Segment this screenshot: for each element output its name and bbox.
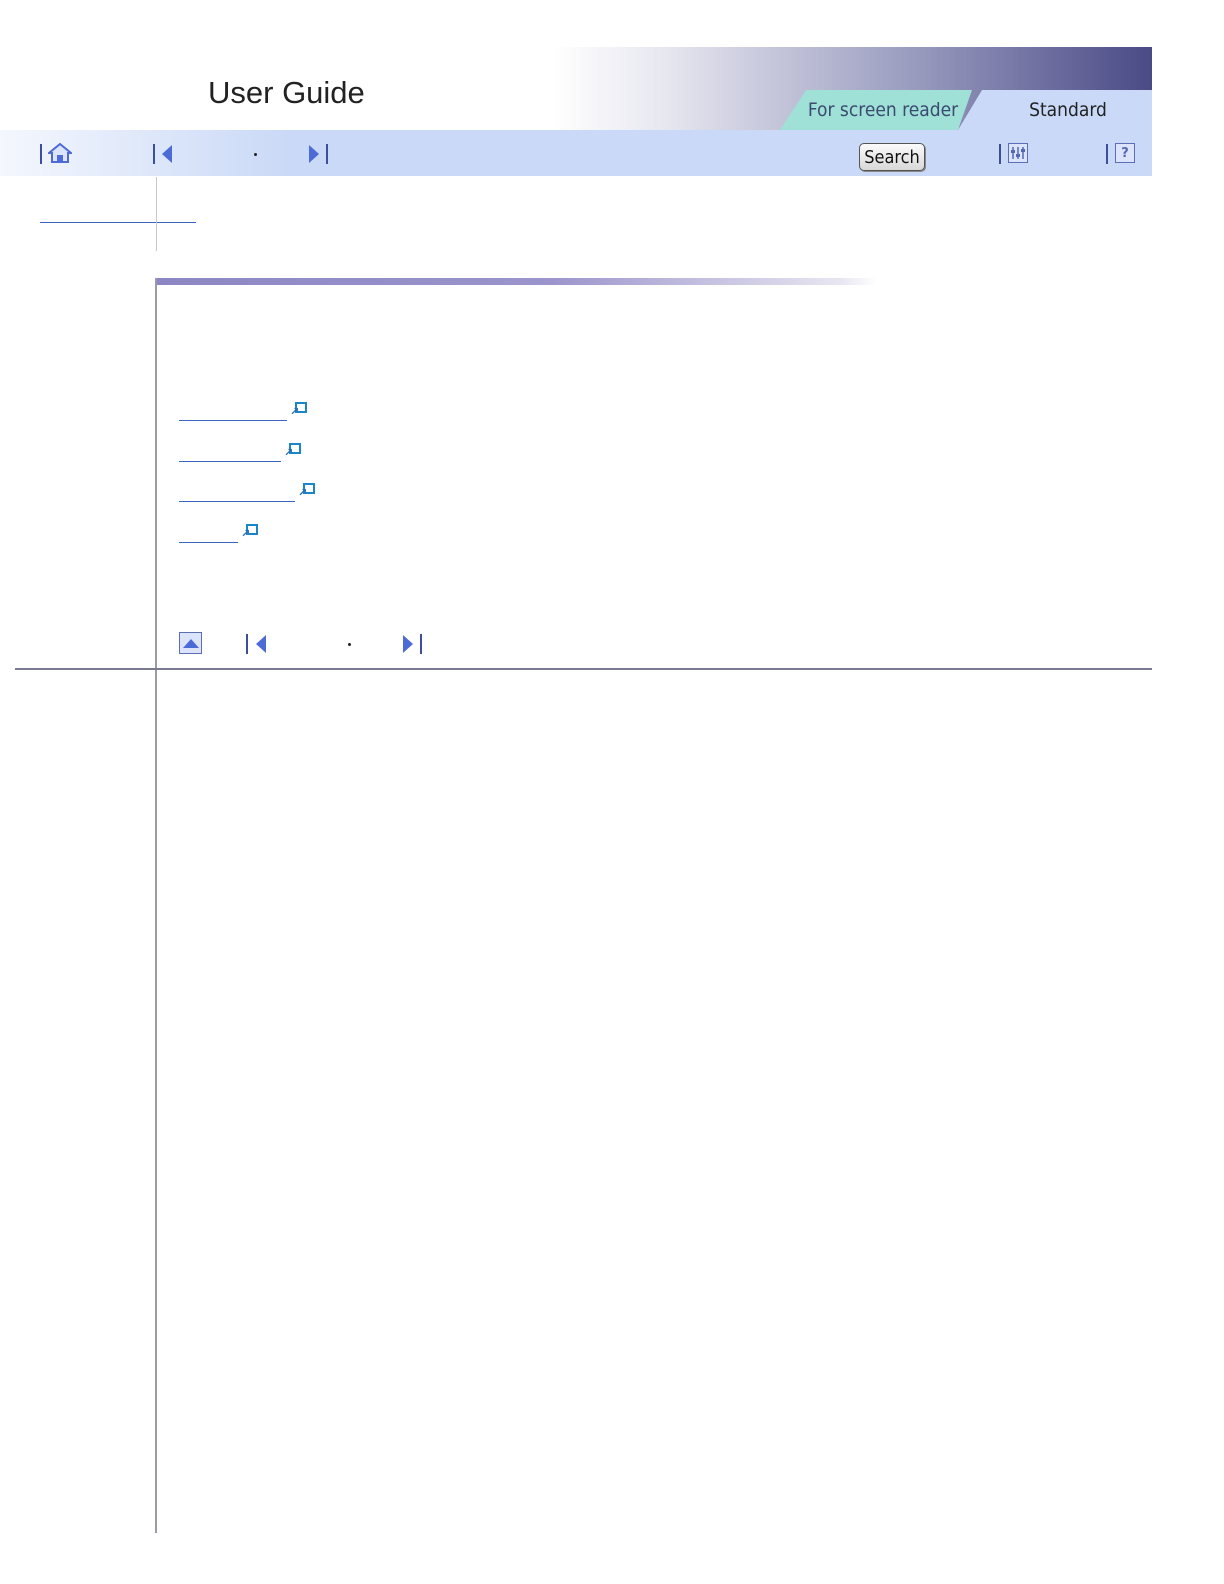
arrow-up-icon xyxy=(182,638,199,648)
settings-icon xyxy=(1011,147,1025,159)
help-icon: ? xyxy=(1121,145,1129,161)
toolbar xyxy=(0,130,1152,176)
settings-button[interactable] xyxy=(1008,143,1028,163)
section-heading-bar xyxy=(157,278,877,285)
home-icon xyxy=(46,142,74,163)
separator xyxy=(999,144,1001,164)
previous-icon[interactable] xyxy=(256,635,266,653)
separator xyxy=(40,144,42,164)
separator xyxy=(1106,144,1108,164)
next-icon[interactable] xyxy=(309,145,319,163)
tab-screen-reader[interactable]: For screen reader xyxy=(780,90,972,130)
tab-standard[interactable]: Standard xyxy=(958,90,1152,130)
content-link[interactable] xyxy=(179,461,281,462)
help-button[interactable]: ? xyxy=(1115,143,1135,163)
home-button[interactable] xyxy=(46,142,74,164)
separator xyxy=(420,634,422,654)
footer-divider xyxy=(15,668,1152,670)
separator xyxy=(246,634,248,654)
external-link-icon: ↗ xyxy=(298,483,315,498)
next-icon[interactable] xyxy=(403,635,413,653)
list-item[interactable]: ↗ xyxy=(179,401,307,421)
list-item[interactable]: ↗ xyxy=(179,482,315,502)
tab-screen-reader-label: For screen reader xyxy=(807,99,959,121)
separator xyxy=(326,144,328,164)
search-button[interactable]: Search xyxy=(859,143,925,171)
content-link[interactable] xyxy=(179,420,287,421)
column-divider xyxy=(156,177,157,251)
nav-separator-dot xyxy=(348,643,351,646)
back-to-top-button[interactable] xyxy=(179,632,202,654)
column-divider xyxy=(155,278,157,1533)
external-link-icon: ↗ xyxy=(290,402,307,417)
previous-icon[interactable] xyxy=(162,145,172,163)
nav-separator-dot xyxy=(254,153,257,156)
page-title: User Guide xyxy=(208,75,365,110)
external-link-icon: ↗ xyxy=(241,524,258,539)
content-link[interactable] xyxy=(179,501,295,502)
separator xyxy=(153,144,155,164)
sidebar-link[interactable] xyxy=(40,222,196,223)
content-link[interactable] xyxy=(179,542,238,543)
tab-standard-label: Standard xyxy=(1029,99,1107,121)
list-item[interactable]: ↗ xyxy=(179,442,301,462)
external-link-icon: ↗ xyxy=(284,443,301,458)
list-item[interactable]: ↗ xyxy=(179,523,258,543)
